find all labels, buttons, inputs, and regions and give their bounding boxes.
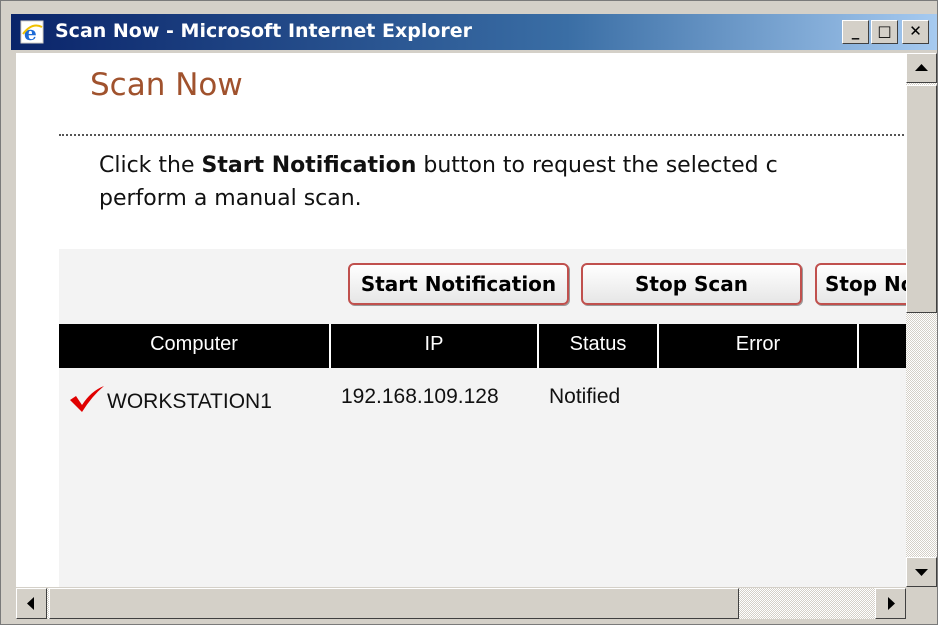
scroll-up-icon [915, 64, 928, 71]
stop-notification-button[interactable]: Stop Notification [815, 263, 906, 305]
horizontal-scroll-thumb[interactable] [49, 588, 739, 619]
cell-status: Notified [549, 385, 621, 408]
instruction-bold: Start Notification [201, 153, 417, 178]
column-header-status[interactable]: Status [539, 324, 659, 368]
column-header-error[interactable]: Error [659, 324, 859, 368]
column-header-extra [859, 324, 906, 368]
minimize-button[interactable]: _ [842, 20, 869, 44]
browser-window: e Scan Now - Microsoft Internet Explorer… [0, 0, 938, 625]
scan-panel: Start Notification Stop Scan Stop Notifi… [59, 249, 906, 587]
dotted-divider [59, 134, 906, 136]
page-title: Scan Now [90, 67, 243, 103]
vertical-scrollbar[interactable] [906, 53, 937, 587]
scroll-down-icon [915, 569, 928, 576]
svg-text:e: e [24, 21, 37, 44]
page-content: Scan Now Click the Start Notification bu… [16, 53, 906, 587]
scrollbar-corner [906, 588, 937, 619]
instruction-pre: Click the [99, 153, 202, 178]
instruction-text: Click the Start Notification button to r… [99, 149, 778, 215]
cell-ip: 192.168.109.128 [341, 385, 499, 408]
vertical-scroll-thumb[interactable] [906, 85, 937, 313]
window-title: Scan Now - Microsoft Internet Explorer [55, 20, 473, 42]
instruction-line2: perform a manual scan. [99, 186, 362, 211]
instruction-post: button to request the selected c [416, 153, 778, 178]
start-notification-button[interactable]: Start Notification [348, 263, 569, 305]
scroll-left-button[interactable] [16, 588, 47, 619]
cell-computer: WORKSTATION1 [107, 390, 272, 413]
column-header-ip[interactable]: IP [331, 324, 539, 368]
column-header-computer[interactable]: Computer [59, 324, 331, 368]
scroll-right-button[interactable] [875, 588, 906, 619]
stop-scan-button[interactable]: Stop Scan [581, 263, 802, 305]
scroll-right-icon [888, 597, 895, 610]
table-header: Computer IP Status Error [59, 324, 906, 368]
title-bar[interactable]: e Scan Now - Microsoft Internet Explorer… [11, 14, 937, 50]
close-button[interactable]: ✕ [902, 20, 929, 44]
horizontal-scrollbar[interactable] [16, 588, 906, 619]
maximize-button[interactable]: □ [871, 20, 898, 44]
scroll-up-button[interactable] [906, 53, 937, 83]
ie-icon: e [20, 20, 44, 45]
checkmark-icon [69, 385, 105, 413]
scroll-left-icon [27, 597, 34, 610]
scroll-down-button[interactable] [906, 557, 937, 587]
